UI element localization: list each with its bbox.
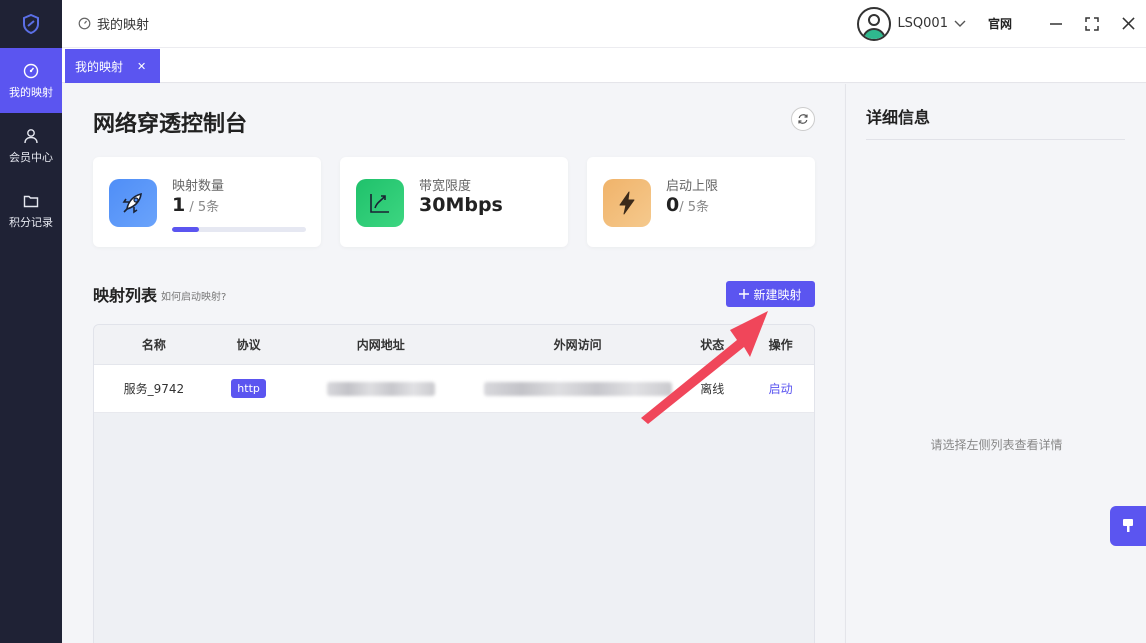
breadcrumb: 我的映射 [78, 14, 149, 33]
close-window-button[interactable] [1110, 0, 1146, 48]
local-address-redacted [326, 381, 435, 396]
column-header-public-access: 外网访问 [553, 338, 602, 352]
detail-title: 详细信息 [866, 108, 931, 127]
table-header: 名称 协议 内网地址 外网访问 状态 操作 [94, 325, 814, 365]
stat-label: 启动上限 [666, 179, 719, 194]
start-mapping-link[interactable]: 启动 [769, 382, 793, 396]
fullscreen-icon [1085, 16, 1099, 31]
stat-value: 0/ 5条 [666, 194, 709, 216]
mapping-name: 服务_9742 [123, 382, 185, 396]
stat-value-limit: / 5条 [679, 200, 710, 215]
close-icon [1121, 17, 1135, 30]
sidebar-item-my-mappings[interactable]: 我的映射 [0, 48, 62, 113]
column-header-name: 名称 [141, 338, 166, 352]
detail-panel: 详细信息 请选择左侧列表查看详情 [845, 84, 1146, 643]
plus-icon [739, 289, 750, 299]
sidebar-item-label: 会员中心 [9, 150, 53, 164]
top-bar: 我的映射 LSQ001 官网 [62, 0, 1146, 48]
column-header-actions: 操作 [768, 338, 793, 352]
brush-icon [1123, 519, 1133, 532]
stat-value-number: 1 [172, 194, 186, 216]
floating-tool-button[interactable] [1110, 506, 1146, 546]
refresh-button[interactable] [791, 107, 815, 131]
sidebar-item-label: 我的映射 [9, 85, 53, 99]
mapping-list-title: 映射列表 [93, 286, 158, 305]
avatar [857, 6, 892, 41]
username: LSQ001 [897, 16, 948, 31]
tab-bar: 我的映射 ✕ [62, 48, 1146, 83]
bandwidth-icon [356, 179, 404, 227]
stat-label: 映射数量 [172, 179, 225, 194]
how-to-start-link[interactable]: 如何启动映射? [161, 288, 226, 303]
tab-close-icon[interactable]: ✕ [137, 60, 146, 73]
mapping-progress-fill [172, 227, 199, 232]
public-address-redacted [483, 381, 672, 396]
breadcrumb-label: 我的映射 [97, 18, 150, 33]
sidebar-item-member-center[interactable]: 会员中心 [0, 113, 62, 178]
column-header-status: 状态 [700, 338, 725, 352]
divider [866, 139, 1125, 140]
stat-card-bandwidth: 带宽限度 30Mbps [340, 157, 568, 247]
sidebar: 我的映射 会员中心 积分记录 [0, 0, 62, 643]
app-logo [0, 0, 62, 48]
sidebar-item-label: 积分记录 [9, 215, 53, 229]
stat-card-launch-limit: 启动上限 0/ 5条 [587, 157, 815, 247]
chevron-down-icon [954, 20, 966, 27]
new-mapping-button[interactable]: 新建映射 [726, 281, 815, 307]
official-site-link[interactable]: 官网 [988, 15, 1012, 32]
minimize-icon [1050, 22, 1062, 25]
rocket-icon [109, 179, 157, 227]
page-title: 网络穿透控制台 [93, 112, 248, 137]
column-header-local-address: 内网地址 [356, 338, 405, 352]
main-content: 网络穿透控制台 映射数量 1 / 5条 带宽限度 30Mbps 启动上限 0/ … [63, 84, 844, 643]
mapping-progress-bar [172, 227, 306, 232]
mapping-table: 名称 协议 内网地址 外网访问 状态 操作 服务_9742 http 离线 启动 [93, 324, 815, 643]
lightning-icon [603, 179, 651, 227]
stat-value-limit: / 5条 [185, 200, 220, 215]
stat-value: 1 / 5条 [172, 194, 219, 216]
stat-value-number: 0 [666, 194, 680, 216]
refresh-icon [798, 114, 808, 124]
stat-label: 带宽限度 [419, 179, 472, 194]
maximize-button[interactable] [1074, 0, 1110, 48]
user-icon [22, 127, 40, 145]
status-badge: 离线 [700, 382, 725, 396]
protocol-badge: http [231, 379, 266, 398]
gauge-icon [78, 17, 91, 30]
column-header-protocol: 协议 [236, 338, 261, 352]
tab-my-mappings[interactable]: 我的映射 ✕ [65, 49, 160, 83]
folder-icon [22, 192, 40, 210]
tab-label: 我的映射 [75, 59, 124, 74]
stat-card-mapping-count: 映射数量 1 / 5条 [93, 157, 321, 247]
gauge-icon [22, 62, 40, 80]
stat-value: 30Mbps [419, 194, 503, 216]
sidebar-item-points-record[interactable]: 积分记录 [0, 178, 62, 243]
table-row[interactable]: 服务_9742 http 离线 启动 [94, 365, 814, 413]
detail-empty-text: 请选择左侧列表查看详情 [930, 438, 1063, 452]
new-mapping-label: 新建映射 [753, 287, 802, 302]
shield-icon [23, 14, 39, 34]
minimize-button[interactable] [1038, 0, 1074, 48]
user-menu[interactable]: LSQ001 [857, 6, 966, 41]
